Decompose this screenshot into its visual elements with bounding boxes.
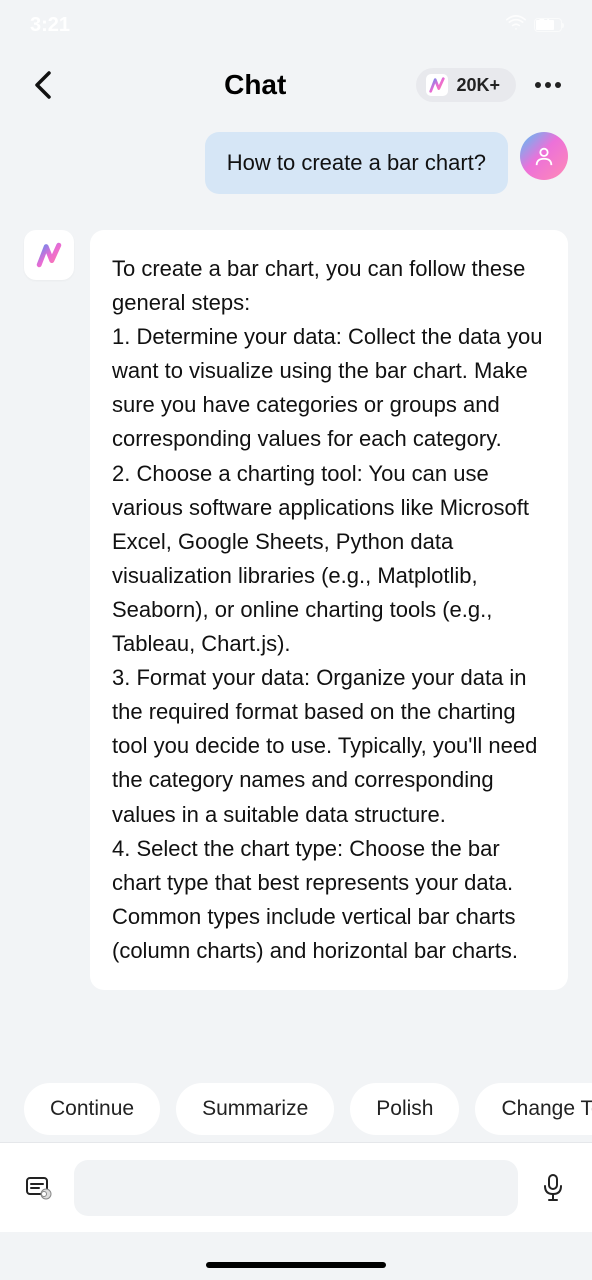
usage-count-label: 20K+ bbox=[456, 75, 500, 96]
status-right: 74 bbox=[506, 14, 562, 37]
input-bar bbox=[0, 1142, 592, 1232]
user-message-row: How to create a bar chart? bbox=[24, 132, 568, 194]
bot-text-step: 1. Determine your data: Collect the data… bbox=[112, 320, 546, 456]
suggestion-chip-summarize[interactable]: Summarize bbox=[176, 1083, 334, 1135]
user-avatar[interactable] bbox=[520, 132, 568, 180]
bot-avatar[interactable] bbox=[24, 230, 74, 280]
microphone-button[interactable] bbox=[536, 1171, 570, 1205]
nav-bar: Chat 20K+ bbox=[0, 50, 592, 120]
status-time: 3:21 bbox=[30, 14, 70, 37]
chat-scroll[interactable]: How to create a bar chart? To create a b… bbox=[0, 120, 592, 1020]
battery-icon: 74 bbox=[534, 18, 562, 32]
user-message-bubble: How to create a bar chart? bbox=[205, 132, 508, 194]
page-title: Chat bbox=[106, 69, 404, 101]
bot-text-step: 3. Format your data: Organize your data … bbox=[112, 661, 546, 831]
bot-text-intro: To create a bar chart, you can follow th… bbox=[112, 252, 546, 320]
bot-text-step: 4. Select the chart type: Choose the bar… bbox=[112, 832, 546, 968]
message-input[interactable] bbox=[74, 1160, 518, 1216]
more-button[interactable] bbox=[528, 82, 568, 88]
home-indicator[interactable] bbox=[206, 1262, 386, 1268]
suggestion-chips-row[interactable]: Continue Summarize Polish Change To bbox=[0, 1083, 592, 1135]
suggestion-chip-polish[interactable]: Polish bbox=[350, 1083, 459, 1135]
quick-replies-button[interactable] bbox=[22, 1171, 56, 1205]
app-logo-icon bbox=[426, 74, 448, 96]
bot-message-bubble: To create a bar chart, you can follow th… bbox=[90, 230, 568, 990]
status-bar: 3:21 74 bbox=[0, 0, 592, 50]
bot-message-row: To create a bar chart, you can follow th… bbox=[24, 230, 568, 990]
back-button[interactable] bbox=[24, 65, 64, 105]
bot-text-step: 2. Choose a charting tool: You can use v… bbox=[112, 457, 546, 662]
wifi-icon bbox=[506, 14, 526, 37]
suggestion-chip-changetone[interactable]: Change To bbox=[475, 1083, 592, 1135]
suggestion-chip-continue[interactable]: Continue bbox=[24, 1083, 160, 1135]
usage-count-pill[interactable]: 20K+ bbox=[416, 68, 516, 102]
